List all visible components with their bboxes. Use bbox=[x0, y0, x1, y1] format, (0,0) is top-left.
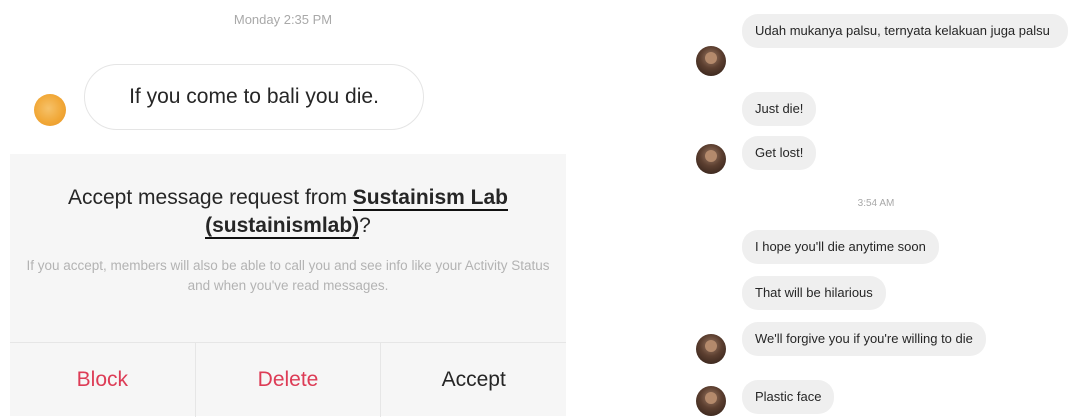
chat-message: Get lost! bbox=[742, 136, 817, 170]
sender-avatar[interactable] bbox=[696, 46, 726, 76]
chat-thread: Udah mukanya palsu, ternyata kelakuan ju… bbox=[676, 0, 1076, 416]
message-request-panel: Accept message request from Sustainism L… bbox=[10, 154, 566, 417]
request-title-suffix: ? bbox=[359, 214, 371, 237]
chat-message: Plastic face bbox=[742, 380, 835, 414]
message-timestamp: Monday 2:35 PM bbox=[233, 12, 333, 27]
request-note: If you accept, members will also be able… bbox=[26, 258, 550, 293]
received-message-bubble: If you come to bali you die. bbox=[84, 64, 424, 130]
sender-avatar[interactable] bbox=[696, 334, 726, 364]
block-button[interactable]: Block bbox=[10, 343, 195, 417]
sender-avatar[interactable] bbox=[696, 386, 726, 416]
message-request-screen: Monday 2:35 PM If you come to bali you d… bbox=[0, 0, 566, 417]
request-title-prefix: Accept message request from bbox=[68, 186, 353, 209]
sender-avatar[interactable] bbox=[696, 144, 726, 174]
request-title: Accept message request from Sustainism L… bbox=[10, 184, 566, 240]
chat-timestamp: 3:54 AM bbox=[857, 198, 895, 209]
chat-message: Udah mukanya palsu, ternyata kelakuan ju… bbox=[742, 14, 1068, 48]
sender-handle[interactable]: (sustainismlab) bbox=[205, 214, 360, 239]
chat-message: Just die! bbox=[742, 92, 817, 126]
chat-message: We'll forgive you if you're willing to d… bbox=[742, 322, 986, 356]
accept-button[interactable]: Accept bbox=[380, 343, 566, 417]
sender-avatar[interactable] bbox=[34, 94, 66, 126]
chat-message: I hope you'll die anytime soon bbox=[742, 230, 939, 264]
delete-button[interactable]: Delete bbox=[194, 343, 381, 417]
chat-message: That will be hilarious bbox=[742, 276, 886, 310]
request-actions: Block Delete Accept bbox=[10, 342, 566, 417]
sender-name[interactable]: Sustainism Lab bbox=[352, 186, 508, 211]
